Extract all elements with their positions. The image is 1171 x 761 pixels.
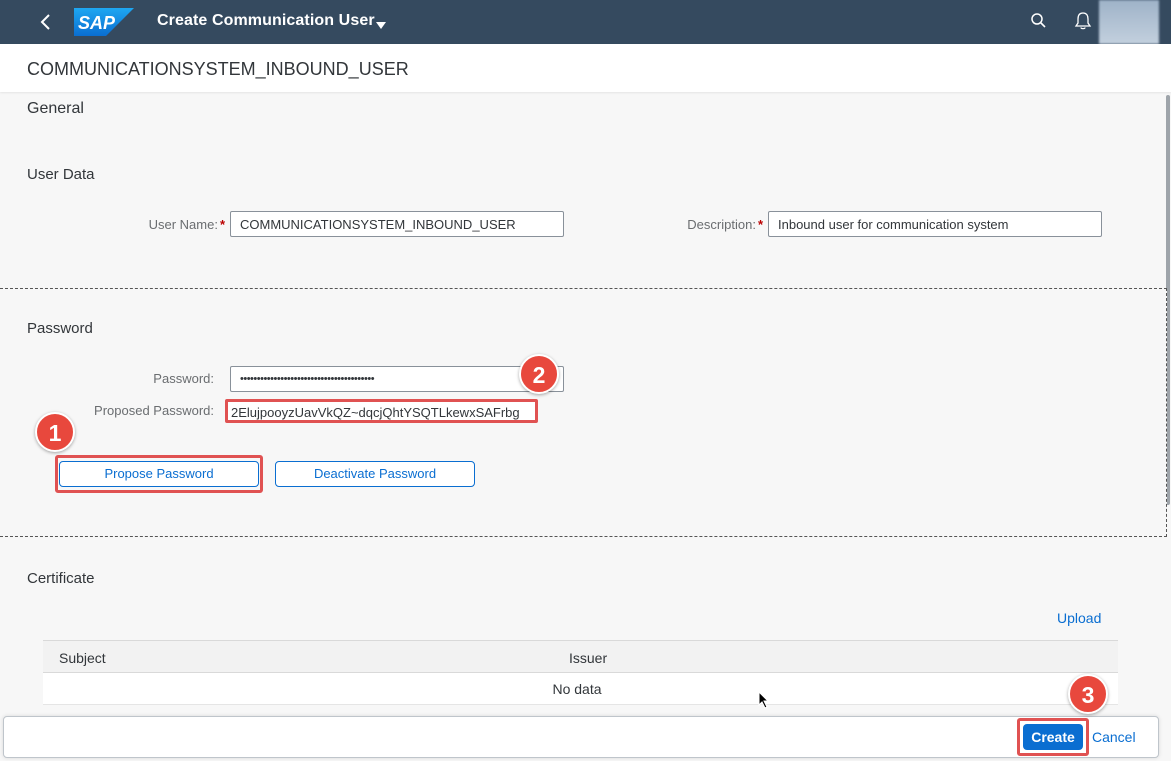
section-title-general: General	[27, 100, 84, 117]
user-name-field[interactable]: COMMUNICATIONSYSTEM_INBOUND_USER	[230, 211, 564, 237]
svg-text:SAP: SAP	[78, 13, 116, 33]
proposed-password-value: 2ElujpooyzUavVkQZ~dqcjQhtYSQTLkewxSAFrbg	[225, 399, 538, 423]
table-row: No data	[43, 673, 1118, 705]
page-title: COMMUNICATIONSYSTEM_INBOUND_USER	[27, 59, 409, 79]
description-label: Description: *	[640, 217, 763, 232]
avatar[interactable]	[1099, 0, 1159, 44]
user-name-label: User Name: *	[100, 217, 225, 232]
shell-bar: SAP Create Communication User	[0, 0, 1171, 44]
certificate-table-header: Subject Issuer	[43, 640, 1118, 673]
password-label: Password:	[153, 371, 214, 386]
column-issuer[interactable]: Issuer	[569, 650, 607, 666]
footer-toolbar	[3, 716, 1159, 758]
section-title-certificate: Certificate	[27, 570, 95, 587]
description-field[interactable]: Inbound user for communication system	[768, 211, 1102, 237]
search-icon[interactable]	[1030, 12, 1048, 35]
user-name-label-text: User Name:	[148, 217, 218, 232]
sap-logo[interactable]: SAP	[74, 8, 134, 36]
callout-badge-1: 1	[35, 412, 75, 452]
cancel-button[interactable]: Cancel	[1092, 729, 1136, 745]
section-title-password: Password	[27, 320, 93, 337]
object-header: COMMUNICATIONSYSTEM_INBOUND_USER	[0, 44, 1171, 92]
proposed-password-label: Proposed Password:	[94, 403, 214, 418]
back-icon[interactable]	[30, 11, 60, 33]
create-button[interactable]: Create	[1023, 724, 1083, 750]
required-marker: *	[219, 217, 225, 232]
required-marker: *	[757, 217, 763, 232]
callout-badge-2: 2	[519, 354, 559, 394]
deactivate-password-button[interactable]: Deactivate Password	[275, 461, 475, 487]
mouse-cursor-icon	[758, 690, 770, 714]
column-subject[interactable]: Subject	[59, 650, 106, 666]
app-title[interactable]: Create Communication User	[157, 12, 375, 30]
bell-icon[interactable]	[1074, 11, 1092, 36]
section-title-user-data: User Data	[27, 166, 95, 183]
description-label-text: Description:	[687, 217, 756, 232]
upload-link[interactable]: Upload	[1057, 610, 1101, 626]
callout-badge-3: 3	[1068, 674, 1108, 714]
propose-password-button[interactable]: Propose Password	[59, 461, 259, 487]
no-data-text: No data	[552, 681, 602, 697]
password-field[interactable]: ••••••••••••••••••••••••••••••••••••••••	[230, 366, 564, 392]
chevron-down-icon[interactable]	[376, 17, 386, 35]
